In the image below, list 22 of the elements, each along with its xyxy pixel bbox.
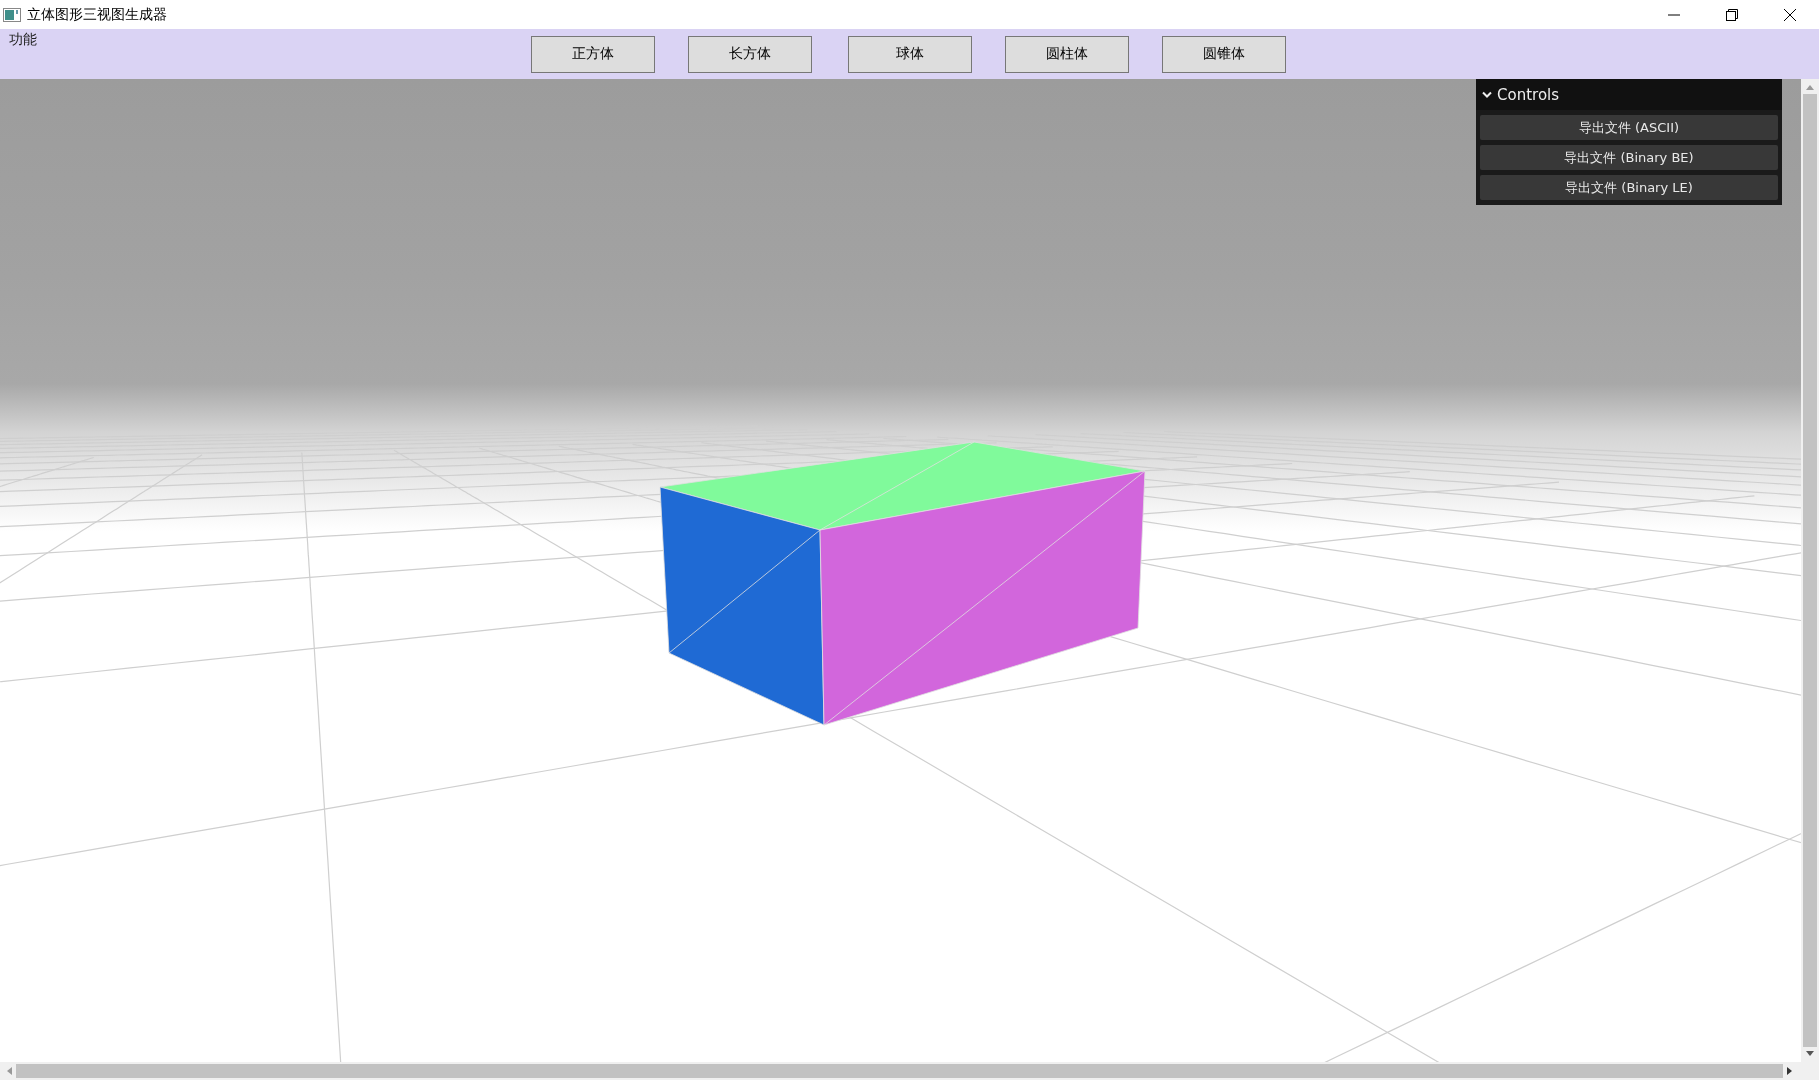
shape-button[interactable]: 正方体 xyxy=(531,35,655,73)
shape-button[interactable]: 长方体 xyxy=(688,35,812,73)
scroll-up-arrow-icon[interactable] xyxy=(1806,85,1814,90)
panel-header[interactable]: Controls xyxy=(1476,79,1782,110)
shape-button[interactable]: 球体 xyxy=(848,35,972,73)
export-button[interactable]: 导出文件 (ASCII) xyxy=(1480,115,1778,140)
menu-item[interactable]: 功能 xyxy=(9,31,37,49)
scroll-right-arrow-icon[interactable] xyxy=(1787,1067,1792,1075)
scroll-down-arrow-icon[interactable] xyxy=(1806,1051,1814,1056)
chevron-icon xyxy=(1482,90,1492,99)
window-title: 立体图形三视图生成器 xyxy=(27,5,168,24)
vertical-scrollbar[interactable] xyxy=(1801,79,1819,1062)
export-button[interactable]: 导出文件 (Binary LE) xyxy=(1480,175,1778,200)
3d-scene-drawing[interactable] xyxy=(0,79,1801,1062)
horizontal-scrollbar[interactable] xyxy=(0,1062,1819,1080)
scroll-left-arrow-icon[interactable] xyxy=(7,1067,12,1075)
app-icon xyxy=(3,7,21,22)
shape-button[interactable]: 圆柱体 xyxy=(1005,35,1129,73)
shape-button[interactable]: 圆锥体 xyxy=(1162,35,1286,73)
export-button[interactable]: 导出文件 (Binary BE) xyxy=(1480,145,1778,170)
restore-icon xyxy=(1726,8,1738,21)
close-icon xyxy=(1784,8,1796,21)
